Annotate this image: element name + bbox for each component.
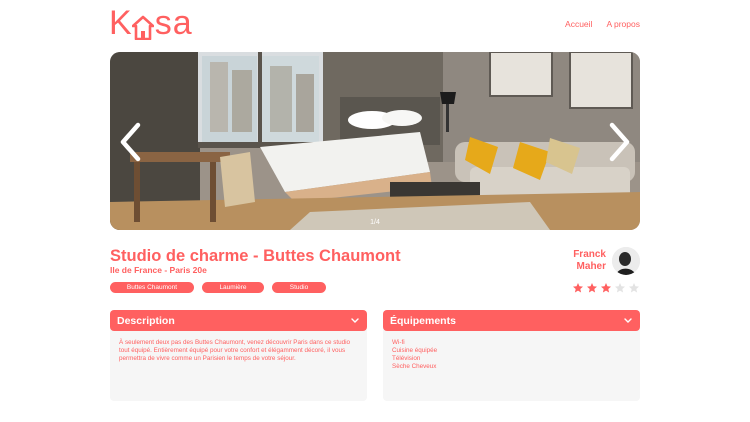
nav-link-about[interactable]: A propos [606, 19, 640, 29]
previous-photo-arrow-icon[interactable] [118, 122, 144, 162]
photo-counter: 1/4 [370, 219, 380, 226]
listing-title: Studio de charme - Buttes Chaumont [110, 247, 401, 265]
equipment-item: Wi-fi [392, 339, 405, 346]
host-last-name: Maher [576, 261, 606, 272]
equipments-collapse: Équipements Wi-fi Cuisine équipée Télévi… [383, 310, 640, 401]
logo-letters-sa: sa [154, 4, 193, 42]
chevron-down-icon [624, 317, 632, 323]
empty-star-icon [629, 283, 639, 293]
tag-list: Buttes Chaumont Laumière Studio [110, 282, 326, 293]
listing-location: Ile de France - Paris 20e [110, 265, 207, 275]
nav-link-home[interactable]: Accueil [565, 19, 592, 29]
apartment-photo [110, 52, 640, 230]
kasa-logo[interactable]: K sa [109, 6, 193, 40]
equipment-item: Cuisine équipée [392, 347, 438, 355]
description-collapse: Description À seulement deux pas des But… [110, 310, 367, 401]
description-toggle[interactable]: Description [110, 310, 367, 331]
host-name: Franck Maher [573, 249, 606, 273]
host-first-name: Franck [573, 249, 606, 260]
host-avatar [612, 247, 640, 275]
host-card: Franck Maher [573, 247, 640, 275]
tag: Buttes Chaumont [110, 282, 194, 293]
next-photo-arrow-icon[interactable] [606, 122, 632, 162]
description-title: Description [117, 314, 175, 327]
chevron-down-icon [351, 317, 359, 323]
filled-star-icon [587, 283, 597, 293]
main-nav: Accueil A propos [565, 19, 640, 29]
tag: Studio [272, 282, 326, 293]
empty-star-icon [615, 283, 625, 293]
description-text: À seulement deux pas des Buttes Chaumont… [119, 339, 351, 363]
house-logo-icon [131, 15, 154, 40]
equipments-body: Wi-fi Cuisine équipée Télévision Sèche C… [383, 328, 640, 401]
description-body: À seulement deux pas des Buttes Chaumont… [110, 328, 367, 401]
host-portrait-image [612, 247, 640, 275]
equipment-item: Sèche Cheveux [392, 363, 437, 371]
filled-star-icon [601, 283, 611, 293]
tag: Laumière [202, 282, 264, 293]
logo-letter-k: K [109, 4, 132, 42]
rating-stars [572, 282, 640, 294]
equipment-item: Télévision [392, 355, 421, 363]
equipments-title: Équipements [390, 314, 456, 327]
photo-carousel: 1/4 [110, 52, 640, 230]
filled-star-icon [573, 283, 583, 293]
equipments-toggle[interactable]: Équipements [383, 310, 640, 331]
